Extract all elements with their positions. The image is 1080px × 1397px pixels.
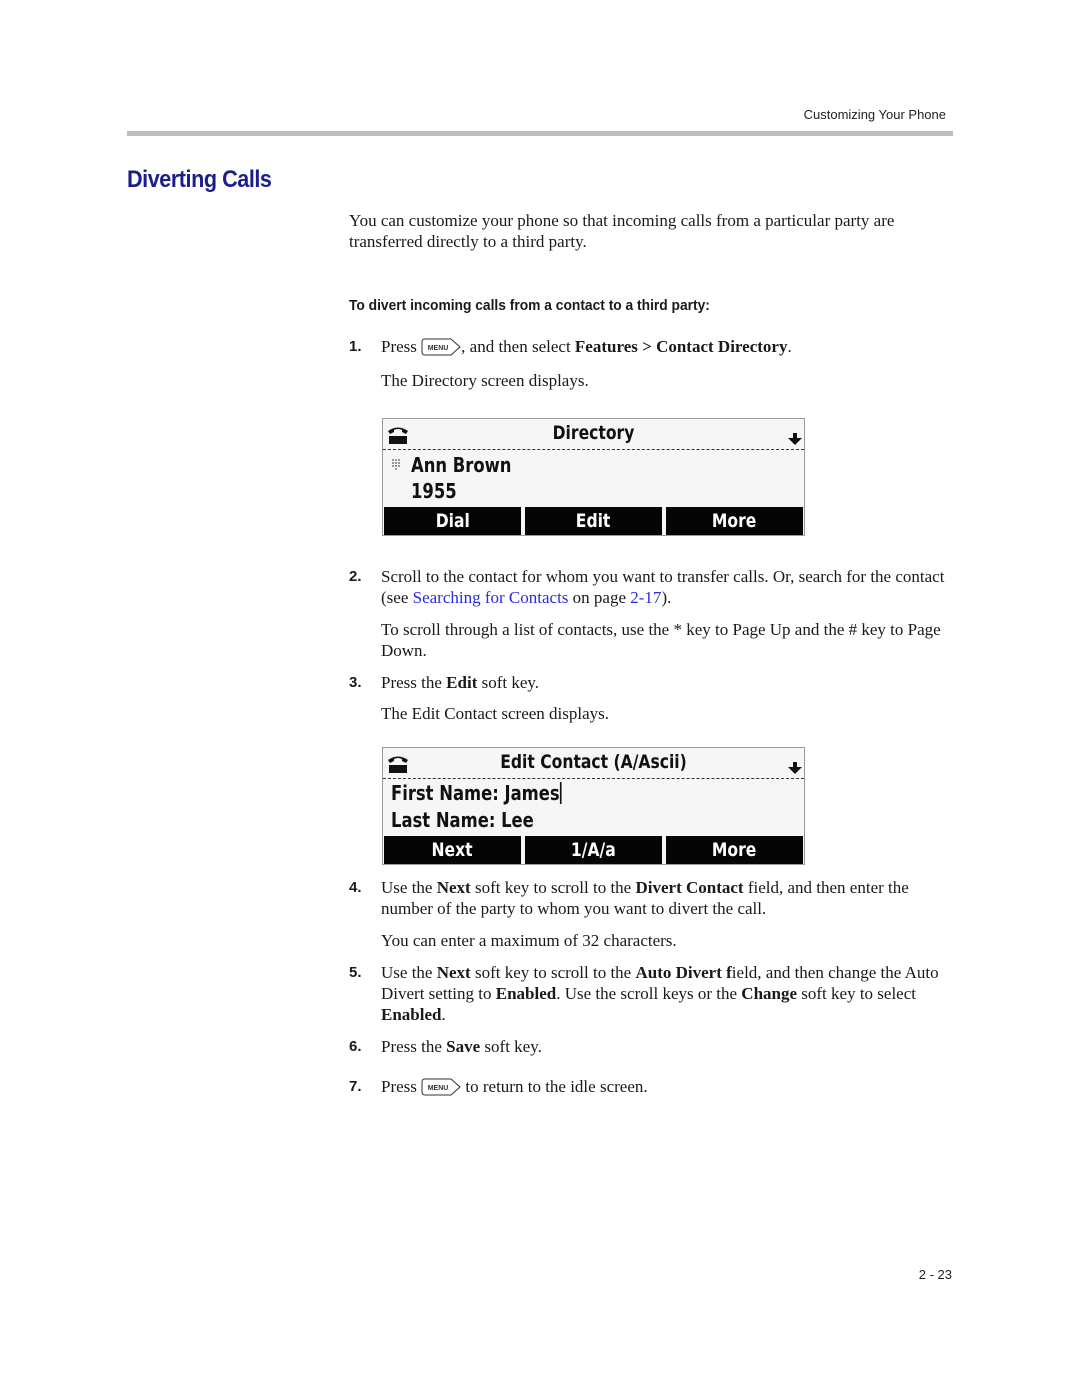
link-searching-for-contacts[interactable]: Searching for Contacts bbox=[413, 588, 569, 607]
phone-handset-icon bbox=[388, 427, 408, 444]
edit-contact-screen: Edit Contact (A/Ascii) First Name: James… bbox=[382, 747, 805, 865]
section-title: Diverting Calls bbox=[127, 166, 272, 193]
link-page-2-17[interactable]: 2-17 bbox=[630, 588, 661, 607]
step-text: Use the bbox=[381, 963, 433, 982]
step-number: 5. bbox=[349, 964, 362, 981]
contact-number: 1955 bbox=[411, 479, 457, 503]
step-6: 6. Press the Save soft key. bbox=[349, 1036, 954, 1057]
value-ref-enabled: Enabled bbox=[381, 1005, 442, 1024]
first-name-field[interactable]: First Name: James bbox=[391, 781, 562, 805]
step-text: soft key. bbox=[481, 673, 540, 692]
softkey-input-mode[interactable]: 1/A/a bbox=[525, 836, 662, 864]
step-text: Use the bbox=[381, 878, 433, 897]
step-number: 4. bbox=[349, 879, 362, 896]
field-ref-divert-contact: Divert Contact bbox=[635, 878, 744, 897]
softkey-ref-save: Save bbox=[446, 1037, 481, 1056]
softkey-bar: Next 1/A/a More bbox=[384, 836, 803, 864]
step-1-result: The Directory screen displays. bbox=[381, 371, 589, 390]
running-header: Customizing Your Phone bbox=[803, 107, 946, 122]
step-2: 2. Scroll to the contact for whom you wa… bbox=[349, 566, 954, 608]
step-text: to return to the idle screen. bbox=[465, 1077, 648, 1096]
step-number: 2. bbox=[349, 568, 362, 585]
step-2-note: To scroll through a list of contacts, us… bbox=[381, 620, 941, 660]
step-text: Press the bbox=[381, 673, 442, 692]
last-name-field[interactable]: Last Name: Lee bbox=[391, 808, 534, 832]
softkey-dial[interactable]: Dial bbox=[384, 507, 521, 535]
step-text: Press the bbox=[381, 1037, 442, 1056]
menu-contact-directory: Contact Directory bbox=[656, 337, 788, 356]
softkey-ref-next: Next bbox=[436, 963, 471, 982]
title-divider bbox=[383, 778, 804, 779]
punctuation: . bbox=[441, 1005, 446, 1024]
menu-key-icon: MENU bbox=[421, 338, 461, 356]
directory-screen: Directory Ann Brown 1955 Dial Edit More bbox=[382, 418, 805, 536]
scroll-down-arrow-icon bbox=[788, 762, 802, 774]
step-text: soft key to scroll to the bbox=[474, 878, 632, 897]
text-cursor bbox=[559, 782, 562, 804]
step-text: Press bbox=[381, 1077, 417, 1096]
step-3: 3. Press the Edit soft key. bbox=[349, 672, 954, 693]
page-number: 2 - 23 bbox=[918, 1267, 952, 1282]
header-rule bbox=[127, 131, 953, 136]
softkey-more[interactable]: More bbox=[666, 836, 803, 864]
step-text: Press bbox=[381, 337, 417, 356]
step-number: 1. bbox=[349, 338, 362, 355]
punctuation: . bbox=[787, 337, 792, 356]
step-text: on page bbox=[572, 588, 627, 607]
softkey-ref-next: Next bbox=[436, 878, 471, 897]
scroll-down-arrow-icon bbox=[788, 433, 802, 445]
step-3-result: The Edit Contact screen displays. bbox=[381, 704, 610, 723]
menu-key-icon: MENU bbox=[421, 1078, 461, 1096]
value-ref-enabled: Enabled bbox=[495, 984, 557, 1003]
phone-handset-icon bbox=[388, 756, 408, 773]
softkey-bar: Dial Edit More bbox=[384, 507, 803, 535]
screen-title: Directory bbox=[552, 422, 635, 444]
svg-text:MENU: MENU bbox=[428, 345, 449, 352]
step-number: 7. bbox=[349, 1078, 362, 1095]
punctuation: ). bbox=[661, 588, 672, 607]
step-text: , and then select bbox=[461, 337, 571, 356]
step-number: 6. bbox=[349, 1038, 362, 1055]
softkey-more[interactable]: More bbox=[666, 507, 803, 535]
step-4-note: You can enter a maximum of 32 characters… bbox=[381, 931, 677, 950]
step-5: 5. Use the Next soft key to scroll to th… bbox=[349, 962, 954, 1025]
screen-title: Edit Contact (A/Ascii) bbox=[500, 751, 687, 773]
softkey-ref-edit: Edit bbox=[446, 673, 478, 692]
step-text: soft key. bbox=[484, 1037, 542, 1056]
step-1: 1. Press MENU , and then select Features… bbox=[349, 336, 954, 357]
step-number: 3. bbox=[349, 674, 362, 691]
step-7: 7. Press MENU to return to the idle scre… bbox=[349, 1076, 954, 1097]
softkey-next[interactable]: Next bbox=[384, 836, 521, 864]
step-4: 4. Use the Next soft key to scroll to th… bbox=[349, 877, 954, 919]
procedure-heading: To divert incoming calls from a contact … bbox=[349, 297, 710, 314]
contact-name[interactable]: Ann Brown bbox=[411, 453, 511, 477]
softkey-ref-change: Change bbox=[741, 984, 798, 1003]
menu-features: Features bbox=[574, 337, 638, 356]
title-divider bbox=[383, 449, 804, 450]
svg-text:MENU: MENU bbox=[428, 1085, 449, 1092]
step-text: soft key to scroll to the bbox=[474, 963, 632, 982]
step-text: soft key to select bbox=[801, 984, 916, 1003]
softkey-edit[interactable]: Edit bbox=[525, 507, 662, 535]
step-text: . Use the scroll keys or the bbox=[556, 984, 738, 1003]
menu-separator: > bbox=[642, 337, 652, 356]
field-ref-auto-divert: Auto Divert f bbox=[635, 963, 732, 982]
intro-paragraph: You can customize your phone so that inc… bbox=[349, 211, 895, 251]
contact-dots-icon bbox=[392, 459, 400, 470]
